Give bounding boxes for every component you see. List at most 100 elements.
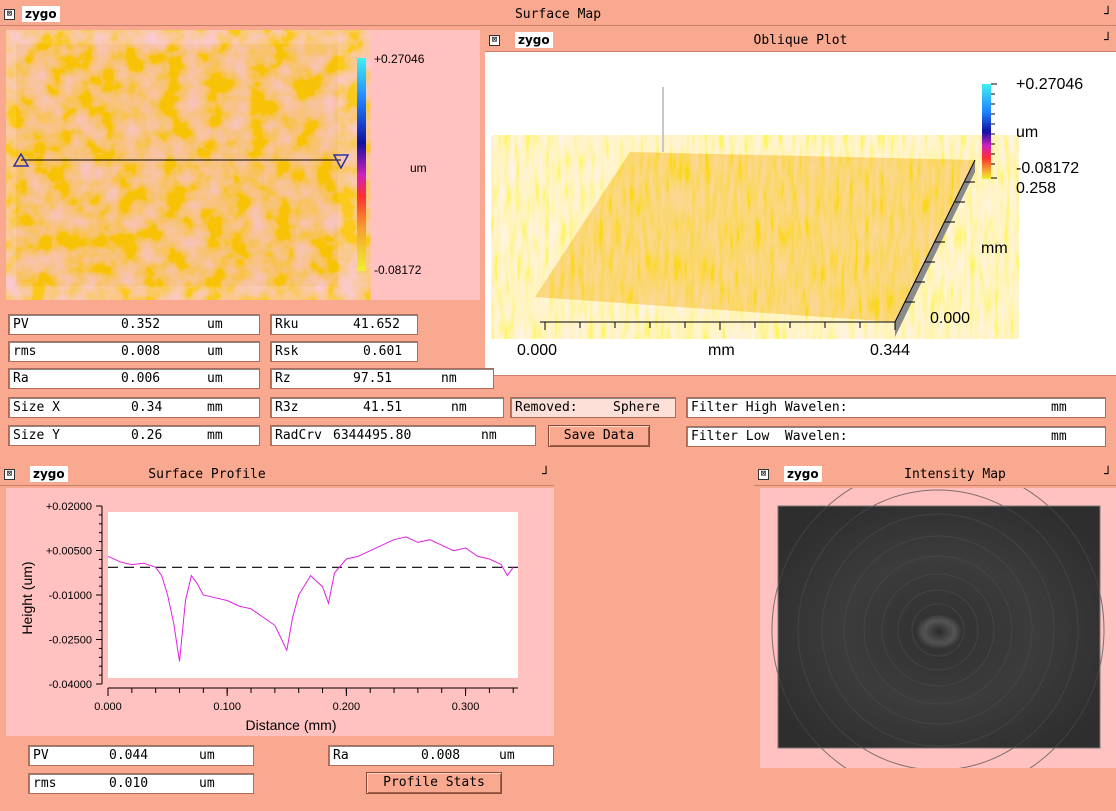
removed-label: Removed:: [515, 400, 578, 415]
save-data-button[interactable]: Save Data: [548, 425, 650, 447]
rku-field: Rku 41.652: [270, 314, 418, 335]
rz-label: Rz: [275, 371, 291, 386]
intensity-map-svg: [771, 463, 1105, 797]
intensity-map-titlebar: ⊠ zygo Intensity Map ┘: [754, 464, 1116, 486]
filter-low-label: Filter Low Wavelen:: [691, 429, 848, 444]
rz-unit: nm: [441, 371, 457, 386]
size-x-value: 0.34: [131, 400, 163, 415]
surface-map-svg: [12, 44, 366, 286]
radcrv-label: RadCrv: [275, 428, 322, 443]
surface-map-panel: +0.27046 um -0.08172: [6, 30, 480, 300]
profile-x-tick-label: 0.200: [333, 701, 361, 713]
r3z-label: R3z: [275, 400, 299, 415]
radcrv-value: 6344495.80: [333, 428, 412, 443]
oblique-plot-titlebar: ⊠ zygo Oblique Plot ┘: [485, 30, 1116, 52]
profile-rms-label: rms: [33, 776, 57, 791]
profile-pv-value: 0.044: [109, 748, 149, 763]
ra-label: Ra: [13, 371, 29, 386]
profile-y-tick-label: -0.02500: [49, 635, 92, 647]
removed-value: Sphere: [613, 400, 660, 415]
size-y-field: Size Y 0.26 mm: [8, 425, 260, 446]
size-y-unit: mm: [207, 428, 223, 443]
oblique-x-unit: mm: [708, 342, 735, 359]
oblique-x-max: 0.344: [870, 342, 911, 359]
intensity-map-panel: [760, 463, 1116, 797]
oblique-plot-area: +0.27046 um -0.08172 0.258 mm 0.000 0.00…: [485, 52, 1116, 376]
resize-icon[interactable]: ┘: [1104, 33, 1112, 48]
ra-value: 0.006: [121, 371, 161, 386]
rsk-label: Rsk: [275, 344, 299, 359]
surface-map-titlebar: ⊠ zygo Surface Map ┘: [0, 4, 1116, 26]
profile-y-tick-label: +0.02000: [46, 501, 92, 513]
profile-ra-unit: um: [499, 748, 515, 763]
surface-profile-title: Surface Profile: [148, 467, 266, 482]
rku-value: 41.652: [353, 317, 400, 332]
oblique-scale-max: +0.27046: [1016, 76, 1084, 93]
profile-x-tick-label: 0.100: [213, 701, 241, 713]
pv-label: PV: [13, 317, 29, 332]
ra-field: Ra 0.006 um: [8, 368, 260, 389]
profile-ra-value: 0.008: [421, 748, 461, 763]
profile-pv-field: PV 0.044 um: [28, 745, 254, 766]
profile-plot-area: [108, 512, 518, 678]
rz-value: 97.51: [353, 371, 393, 386]
oblique-color-scale: [982, 84, 991, 179]
profile-ra-label: Ra: [333, 748, 349, 763]
resize-icon[interactable]: ┘: [542, 467, 550, 482]
resize-icon[interactable]: ┘: [1104, 467, 1112, 482]
profile-y-tick-label: -0.04000: [49, 679, 92, 691]
surface-map-scale-max: +0.27046: [374, 52, 425, 66]
rsk-field: Rsk 0.601: [270, 341, 418, 362]
size-x-label: Size X: [13, 400, 60, 415]
profile-y-tick-label: -0.01000: [49, 590, 92, 602]
surface-map-image: [16, 44, 338, 286]
profile-stats-button[interactable]: Profile Stats: [366, 772, 502, 794]
surface-map-color-scale: [357, 58, 366, 271]
profile-pv-label: PV: [33, 748, 49, 763]
rku-label: Rku: [275, 317, 299, 332]
oblique-scale-ticks: [991, 83, 997, 179]
profile-x-tick-label: 0.300: [452, 701, 480, 713]
close-icon[interactable]: ⊠: [758, 469, 769, 480]
r3z-field: R3z 41.51 nm: [270, 397, 504, 418]
rz-field: Rz 97.51 nm: [270, 368, 494, 389]
ra-unit: um: [207, 371, 223, 386]
profile-rms-field: rms 0.010 um: [28, 773, 254, 794]
profile-rms-unit: um: [199, 776, 215, 791]
rms-label: rms: [13, 344, 37, 359]
profile-pv-unit: um: [199, 748, 215, 763]
intensity-map-title: Intensity Map: [904, 467, 1006, 482]
oblique-plot-title: Oblique Plot: [753, 33, 848, 48]
profile-ra-field: Ra 0.008 um: [328, 745, 554, 766]
filter-high-field[interactable]: Filter High Wavelen: mm: [686, 397, 1106, 418]
profile-xlabel: Distance (mm): [245, 717, 336, 733]
rms-field: rms 0.008 um: [8, 341, 260, 362]
pv-value: 0.352: [121, 317, 161, 332]
profile-x-tick-label: 0.000: [94, 701, 122, 713]
filter-low-unit: mm: [1051, 429, 1067, 444]
radcrv-field: RadCrv 6344495.80 nm: [270, 425, 536, 446]
removed-field: Removed: Sphere: [510, 397, 676, 418]
filter-low-field[interactable]: Filter Low Wavelen: mm: [686, 426, 1106, 447]
profile-rms-value: 0.010: [109, 776, 149, 791]
surface-map-scale-min: -0.08172: [374, 263, 422, 277]
oblique-y-unit: mm: [981, 240, 1008, 257]
size-y-value: 0.26: [131, 428, 163, 443]
r3z-unit: nm: [451, 400, 467, 415]
resize-icon[interactable]: ┘: [1104, 7, 1112, 22]
intensity-image: [771, 463, 1105, 797]
profile-chart: +0.02000 +0.00500 -0.01000 -0.02500 -0.04000…: [19, 501, 518, 733]
surface-map-scale-unit: um: [410, 161, 427, 175]
rms-unit: um: [207, 344, 223, 359]
r3z-value: 41.51: [363, 400, 403, 415]
profile-ylabel: Height (um): [19, 561, 35, 634]
oblique-x-axis: [540, 321, 896, 330]
radcrv-unit: nm: [481, 428, 497, 443]
filter-high-label: Filter High Wavelen:: [691, 400, 848, 415]
oblique-surface: [535, 87, 975, 337]
surface-profile-panel: +0.02000 +0.00500 -0.01000 -0.02500 -0.04000…: [6, 488, 554, 736]
oblique-y-min: 0.000: [930, 310, 971, 327]
profile-y-tick-label: +0.00500: [46, 546, 92, 558]
oblique-y-max: 0.258: [1016, 180, 1057, 197]
pv-field: PV 0.352 um: [8, 314, 260, 335]
